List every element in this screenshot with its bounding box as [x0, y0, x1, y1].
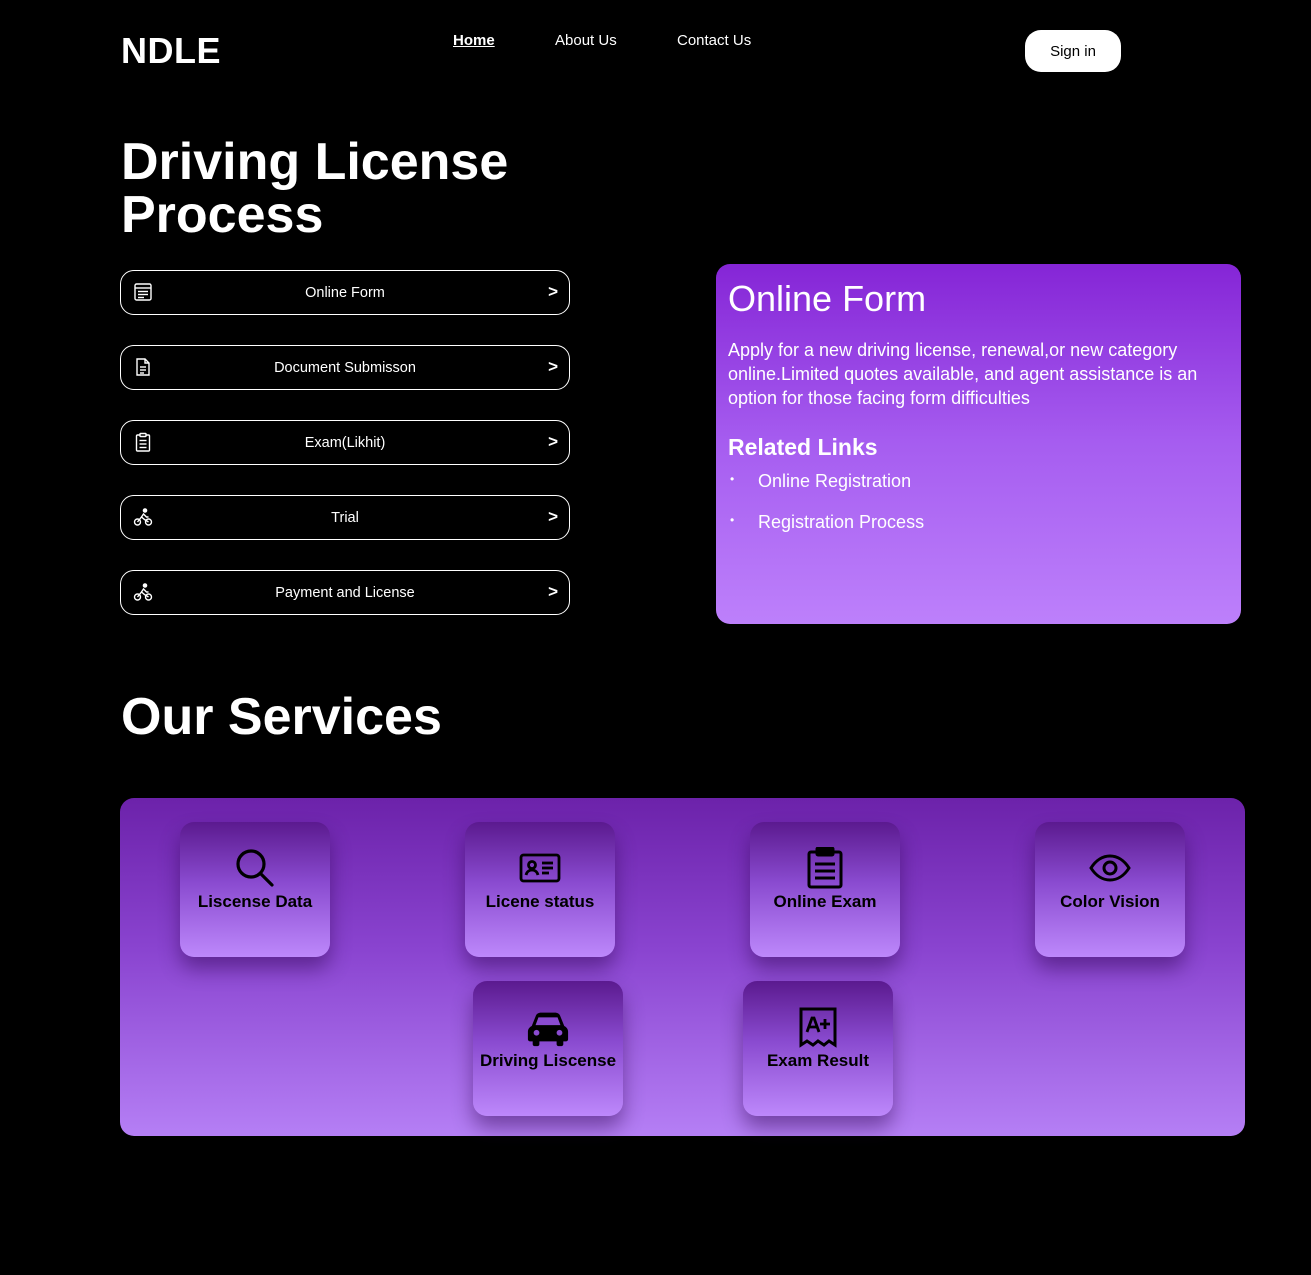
related-links-list: Online Registration Registration Process [728, 471, 1229, 533]
chevron-right-icon: > [548, 582, 558, 601]
grade-icon [796, 1005, 840, 1049]
eye-icon [1088, 846, 1132, 890]
service-online-exam[interactable]: Online Exam [750, 822, 900, 957]
step-online-form[interactable]: Online Form > [120, 270, 570, 315]
service-label: Licene status [485, 892, 595, 911]
step-label: Payment and License [275, 584, 415, 601]
step-payment-license[interactable]: Payment and License > [120, 570, 570, 615]
nav-about[interactable]: About Us [555, 32, 617, 49]
service-label: Exam Result [766, 1051, 870, 1070]
chevron-right-icon: > [548, 432, 558, 451]
document-icon [132, 356, 154, 378]
service-driving-license[interactable]: Driving Liscense [473, 981, 623, 1116]
detail-description: Apply for a new driving license, renewal… [728, 340, 1198, 408]
step-label: Exam(Likhit) [304, 434, 386, 451]
process-steps: Online Form > Document Submisson > Exam(… [120, 270, 570, 645]
chevron-right-icon: > [548, 507, 558, 526]
nav-contact[interactable]: Contact Us [677, 32, 751, 49]
step-label: Trial [331, 509, 359, 526]
nav-home[interactable]: Home [453, 32, 495, 49]
detail-title: Online Form [728, 278, 927, 319]
services-panel: Liscense Data Licene status Online Exam … [120, 798, 1245, 1136]
services-title: Our Services [121, 688, 442, 746]
step-detail-card: Online Form Apply for a new driving lice… [716, 264, 1241, 624]
step-label: Online Form [305, 284, 385, 301]
chevron-right-icon: > [548, 282, 558, 301]
page-title: Driving License Process [121, 133, 509, 244]
service-label: Color Vision [1060, 892, 1160, 911]
step-label: Document Submisson [274, 359, 416, 376]
chevron-right-icon: > [548, 357, 558, 376]
related-link-online-registration[interactable]: Online Registration [728, 471, 1229, 492]
id-card-icon [518, 846, 562, 890]
related-links-heading: Related Links [728, 434, 878, 460]
step-exam[interactable]: Exam(Likhit) > [120, 420, 570, 465]
service-license-data[interactable]: Liscense Data [180, 822, 330, 957]
service-label: Liscense Data [197, 892, 313, 911]
service-color-vision[interactable]: Color Vision [1035, 822, 1185, 957]
related-link-registration-process[interactable]: Registration Process [728, 512, 1229, 533]
sign-in-button[interactable]: Sign in [1025, 30, 1121, 72]
service-license-status[interactable]: Licene status [465, 822, 615, 957]
step-document-submission[interactable]: Document Submisson > [120, 345, 570, 390]
logo[interactable]: NDLE [121, 30, 221, 72]
service-exam-result[interactable]: Exam Result [743, 981, 893, 1116]
clipboard-icon [803, 846, 847, 890]
form-icon [132, 281, 154, 303]
car-icon [526, 1005, 570, 1049]
step-trial[interactable]: Trial > [120, 495, 570, 540]
service-label: Online Exam [773, 892, 877, 911]
service-label: Driving Liscense [479, 1051, 617, 1070]
clipboard-icon [132, 431, 154, 453]
cyclist-icon [132, 506, 154, 528]
cyclist-icon [132, 581, 154, 603]
search-icon [233, 846, 277, 890]
